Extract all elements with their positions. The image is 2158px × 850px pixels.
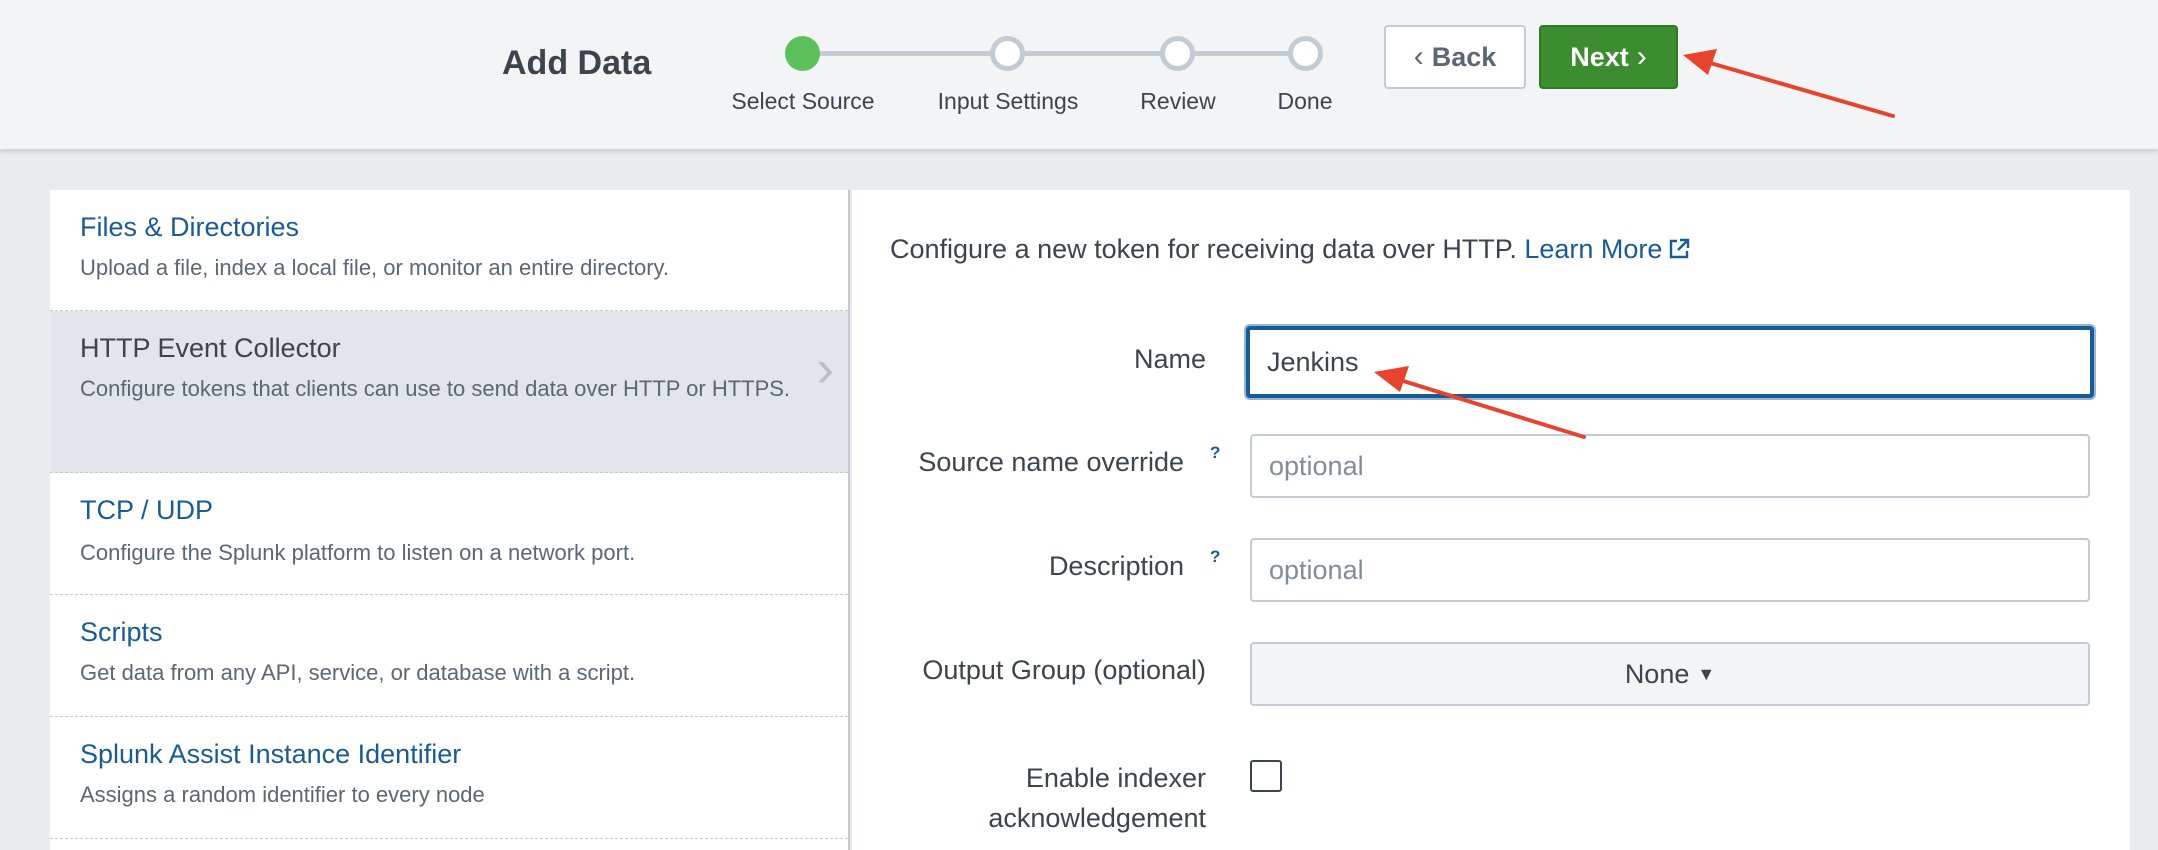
token-form: Configure a new token for receiving data…	[852, 190, 2130, 850]
step-indicator-done	[1288, 36, 1323, 71]
source-title: Splunk Assist Instance Identifier	[80, 739, 462, 769]
form-intro: Configure a new token for receiving data…	[890, 234, 1690, 265]
source-description: Upload a file, index a local file, or mo…	[80, 255, 669, 280]
step-label-review: Review	[1140, 88, 1216, 114]
output-group-select[interactable]: None ▼	[1250, 642, 2090, 706]
source-item-files-directories[interactable]: Files & Directories Upload a file, index…	[50, 190, 848, 311]
source-item-http-event-collector[interactable]: HTTP Event Collector Configure tokens th…	[50, 311, 848, 473]
source-title: Files & Directories	[80, 212, 300, 242]
source-title: TCP / UDP	[80, 495, 214, 525]
back-button-label: Back	[1431, 41, 1497, 72]
step-label-select-source: Select Source	[731, 88, 875, 114]
source-name-override-label: Source name override	[918, 447, 1184, 477]
description-label: Description	[1048, 551, 1184, 581]
output-group-value: None	[1624, 658, 1690, 689]
form-intro-text: Configure a new token for receiving data…	[890, 234, 1517, 264]
name-label: Name	[1133, 344, 1206, 374]
source-item-splunk-assist[interactable]: Splunk Assist Instance Identifier Assign…	[50, 717, 848, 839]
description-input[interactable]	[1250, 538, 2090, 602]
step-indicator-select-source	[785, 36, 820, 71]
indexer-ack-checkbox[interactable]	[1250, 760, 1282, 792]
external-link-icon	[1670, 238, 1690, 259]
help-icon[interactable]: ?	[1210, 443, 1220, 463]
learn-more-link[interactable]: Learn More	[1524, 234, 1690, 264]
indexer-ack-label-line2: acknowledgement	[988, 803, 1206, 833]
chevron-left-icon: ‹	[1413, 40, 1424, 73]
step-label-done: Done	[1277, 88, 1333, 114]
source-description: Configure tokens that clients can use to…	[80, 376, 791, 401]
source-title: HTTP Event Collector	[80, 333, 341, 363]
output-group-label: Output Group (optional)	[922, 655, 1206, 685]
name-input[interactable]	[1246, 326, 2094, 398]
source-name-override-input[interactable]	[1250, 434, 2090, 498]
wizard-header: Add Data Select Source Input Settings Re…	[0, 0, 2158, 150]
step-indicator-input-settings	[990, 36, 1025, 71]
step-connector	[1177, 51, 1304, 56]
source-description: Get data from any API, service, or datab…	[80, 660, 636, 685]
indexer-ack-label-line1: Enable indexer	[1025, 763, 1206, 793]
source-item-tcp-udp[interactable]: TCP / UDP Configure the Splunk platform …	[50, 473, 848, 595]
learn-more-label: Learn More	[1524, 234, 1663, 264]
source-description: Configure the Splunk platform to listen …	[80, 540, 636, 565]
next-button-label: Next	[1570, 41, 1629, 72]
chevron-right-icon: ›	[1636, 40, 1647, 73]
caret-down-icon: ▼	[1697, 663, 1716, 684]
source-list: Files & Directories Upload a file, index…	[50, 190, 850, 850]
chevron-right-icon: ›	[816, 340, 834, 398]
page-title: Add Data	[502, 44, 652, 82]
step-connector	[800, 51, 1007, 56]
source-title: Scripts	[80, 617, 163, 647]
back-button[interactable]: ‹ Back	[1384, 25, 1526, 89]
source-description: Assigns a random identifier to every nod…	[80, 782, 485, 807]
next-button[interactable]: Next ›	[1539, 25, 1678, 89]
step-label-input-settings: Input Settings	[937, 88, 1079, 114]
indexer-ack-label: Enable indexer acknowledgement	[988, 758, 1206, 838]
step-indicator-review	[1160, 36, 1195, 71]
step-connector	[1007, 51, 1177, 56]
source-item-scripts[interactable]: Scripts Get data from any API, service, …	[50, 595, 848, 717]
help-icon[interactable]: ?	[1210, 547, 1220, 567]
